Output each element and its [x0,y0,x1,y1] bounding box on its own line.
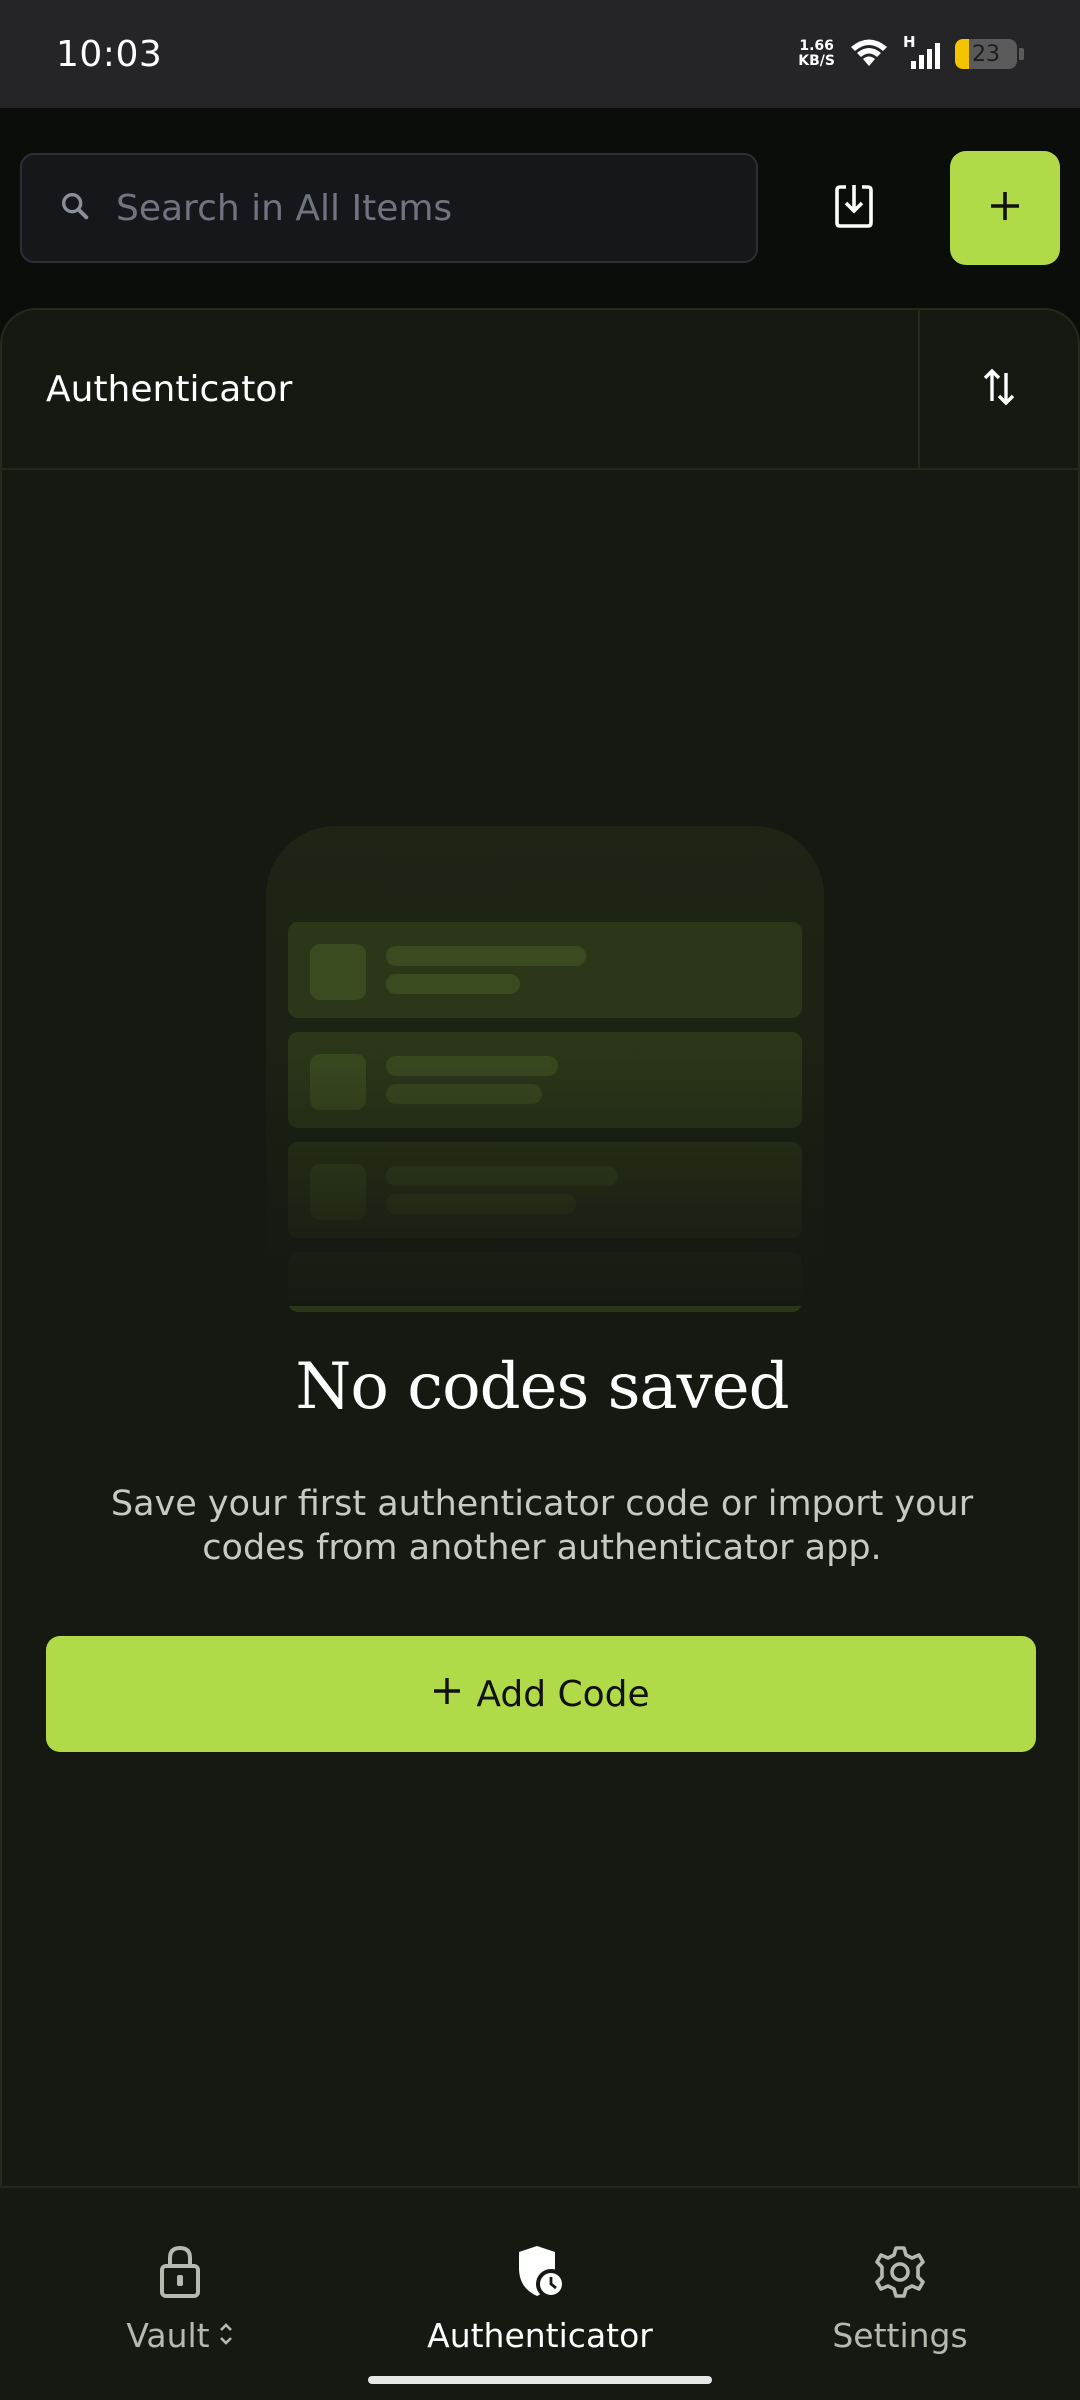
bottom-navigation: Vault Authenticator Settings [0,2186,1080,2400]
search-icon [58,189,92,227]
nav-item-vault[interactable]: Vault [15,2188,345,2400]
battery-level: 23 [972,41,1000,67]
lock-icon [156,2244,204,2304]
panel-header: Authenticator [2,310,1078,470]
shield-clock-icon [513,2244,567,2304]
nav-item-authenticator[interactable]: Authenticator [375,2188,705,2400]
search-bar[interactable] [20,153,758,263]
nav-label-vault: Vault [126,2316,210,2355]
status-icons: 1.66 KB/S H 23 [798,33,1024,72]
add-item-button[interactable] [950,151,1061,265]
nav-item-settings[interactable]: Settings [735,2188,1065,2400]
battery-nub [1019,48,1024,60]
chevron-up-down-icon [218,2316,234,2355]
authenticator-panel: Authenticator No codes saved Save your f… [0,308,1080,2186]
empty-state-illustration [266,826,824,1312]
nav-label-authenticator: Authenticator [427,2316,653,2355]
battery-icon: 23 [955,39,1017,69]
network-speed-value: 1.66 [799,38,834,54]
gear-icon [872,2244,928,2304]
panel-title: Authenticator [46,368,293,410]
status-time: 10:03 [56,33,163,75]
nav-label-settings: Settings [832,2316,968,2355]
add-code-label: Add Code [476,1673,650,1715]
network-speed: 1.66 KB/S [798,39,835,69]
add-code-button[interactable]: Add Code [46,1636,1036,1752]
import-button[interactable] [816,168,893,248]
wifi-icon [849,36,889,72]
empty-state-title: No codes saved [295,1350,789,1424]
plus-icon [988,189,1022,227]
download-tray-icon [834,183,874,233]
top-bar [20,148,1061,268]
status-bar: 10:03 1.66 KB/S H 23 [0,0,1080,108]
home-indicator[interactable] [368,2376,712,2384]
cellular-signal-icon: H [903,33,941,71]
plus-icon [432,1674,462,1715]
sort-arrows-icon [982,367,1016,411]
empty-state-description: Save your first authenticator code or im… [110,1484,974,1568]
sort-button[interactable] [918,310,1078,468]
search-input[interactable] [114,186,754,230]
network-speed-unit: KB/S [798,53,835,69]
